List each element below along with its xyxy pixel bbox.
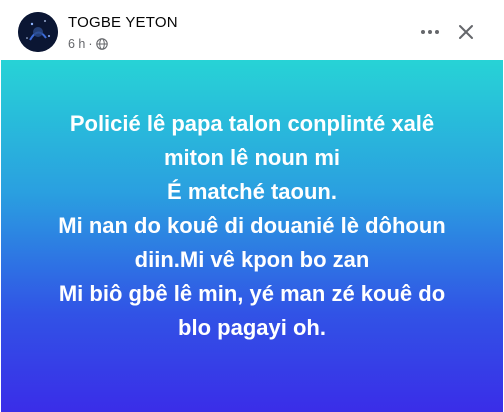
post-text-line: diin.Mi vê kpon bo zan (134, 247, 370, 272)
more-options-button[interactable] (416, 18, 444, 46)
post-text-line: É matché taoun. (167, 179, 337, 204)
post-text-line: Policié lê papa talon conplinté xalê (69, 111, 435, 136)
meta-separator: · (88, 37, 93, 51)
post-author[interactable]: TOGBE YETON (68, 14, 178, 31)
post-header: TOGBE YETON 6 h · (0, 0, 504, 60)
close-icon (459, 25, 473, 39)
more-options-icon (421, 30, 439, 34)
post-body[interactable]: Policié lê papa talon conplinté xalê mit… (1, 60, 503, 412)
globe-icon[interactable] (95, 38, 108, 50)
avatar[interactable] (18, 12, 58, 52)
post-text-line: Mi biô gbê lê min, yé man zé kouê do (58, 281, 446, 306)
post-text-line: blo pagayi oh. (178, 315, 326, 340)
post-text-line: miton lê noun mi (164, 145, 340, 170)
avatar-image (18, 12, 58, 52)
post-text-line: Mi nan do kouê di douanié lè dôhoun (58, 213, 446, 238)
post-meta: 6 h · (68, 36, 108, 52)
close-button[interactable] (452, 18, 480, 46)
post-text: Policié lê papa talon conplinté xalê mit… (22, 107, 482, 345)
post-time[interactable]: 6 h (68, 37, 85, 51)
